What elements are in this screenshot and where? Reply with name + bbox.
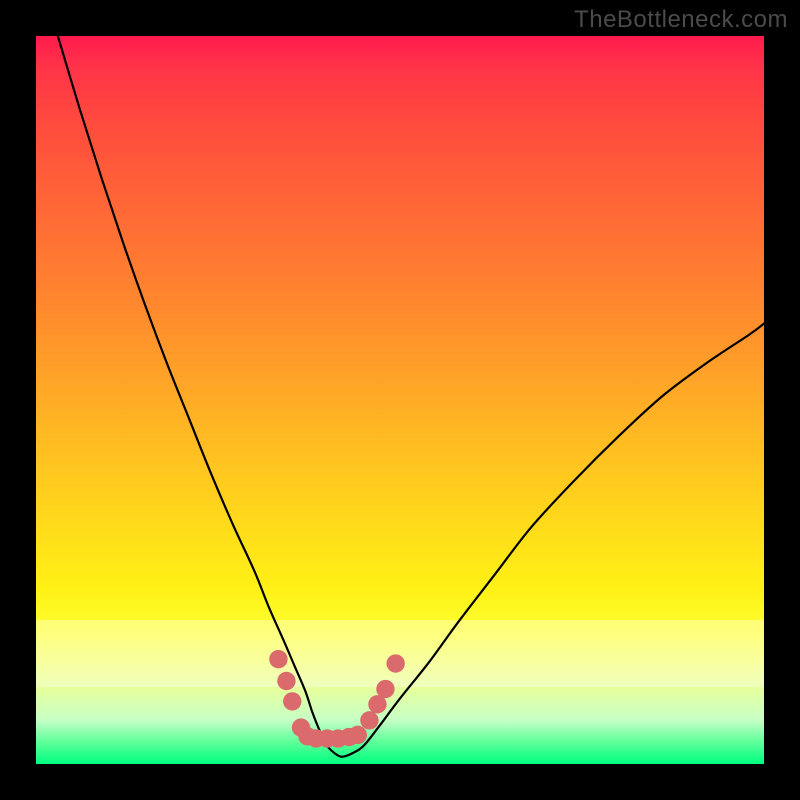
marker-dot [360,711,378,729]
chart-svg [36,36,764,764]
marker-dot [283,692,301,710]
watermark-text: TheBottleneck.com [574,6,788,34]
marker-dot [277,672,295,690]
marker-dot [349,726,367,744]
marker-dot [269,650,287,668]
bottleneck-curve [58,36,764,757]
marker-dot [386,654,404,672]
marker-dot [376,680,394,698]
optimal-range-markers [269,650,405,748]
plot-area [36,36,764,764]
